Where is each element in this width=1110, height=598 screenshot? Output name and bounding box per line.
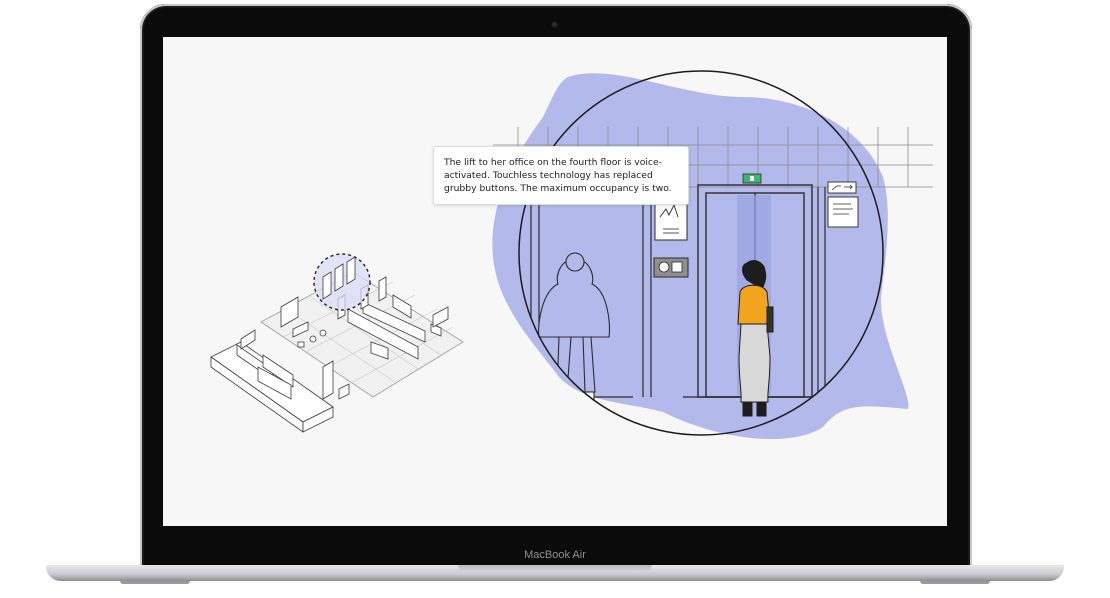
brand-label: MacBook Air bbox=[524, 549, 586, 561]
zoom-marker bbox=[313, 253, 371, 311]
laptop-foot-right bbox=[920, 581, 990, 584]
lid-opening-notch bbox=[458, 565, 652, 572]
lift-indicator-icon bbox=[742, 173, 762, 184]
background-blob bbox=[492, 73, 909, 440]
illustration bbox=[210, 70, 933, 440]
screen: The lift to her office on the fourth flo… bbox=[163, 37, 947, 526]
lift-call-panel-icon bbox=[653, 257, 689, 278]
story-caption: The lift to her office on the fourth flo… bbox=[433, 146, 689, 205]
laptop-foot-left bbox=[120, 581, 190, 584]
notice-board-icon bbox=[654, 199, 688, 241]
stairs-sign-icon bbox=[827, 181, 859, 228]
camera-icon bbox=[552, 22, 557, 27]
